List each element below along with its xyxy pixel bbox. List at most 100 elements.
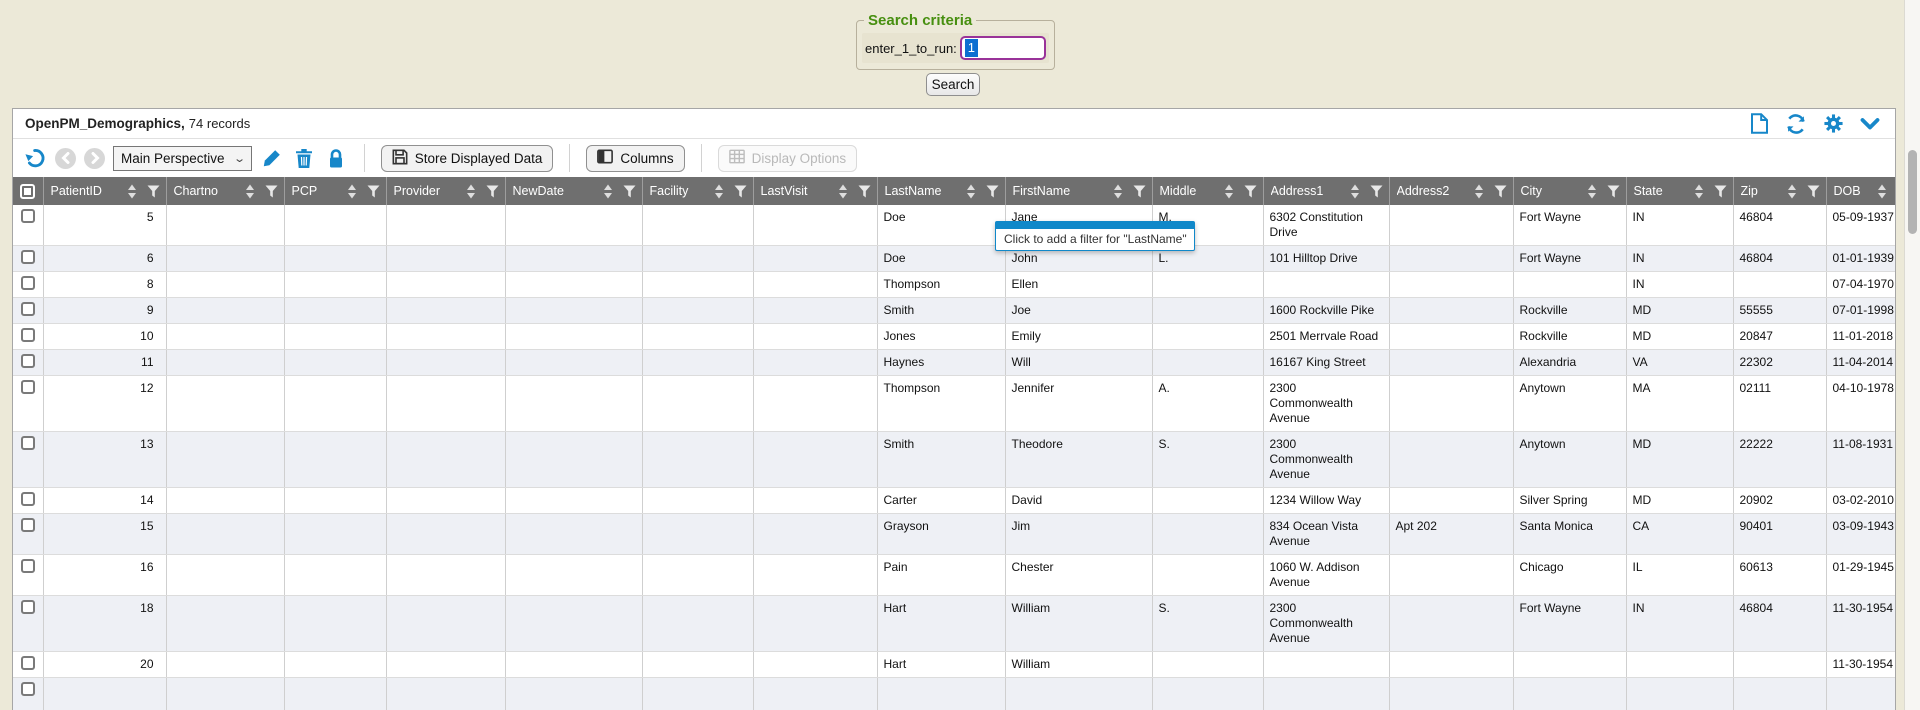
row-checkbox[interactable] (21, 682, 35, 696)
delete-trash-icon[interactable] (292, 146, 316, 170)
row-checkbox[interactable] (21, 250, 35, 264)
sort-icon[interactable] (1474, 184, 1484, 199)
column-header-middle[interactable]: Middle (1152, 177, 1263, 205)
table-row: 6DoeJohnL.101 Hilltop DriveFort WayneIN4… (13, 246, 1895, 272)
filter-funnel-icon[interactable] (1607, 185, 1620, 198)
row-checkbox[interactable] (21, 656, 35, 670)
filter-funnel-icon[interactable] (1244, 185, 1257, 198)
column-header-firstname[interactable]: FirstName (1005, 177, 1152, 205)
column-header-city[interactable]: City (1513, 177, 1626, 205)
filter-funnel-icon[interactable] (858, 185, 871, 198)
filter-funnel-icon[interactable] (734, 185, 747, 198)
column-header-provider[interactable]: Provider (386, 177, 505, 205)
undo-icon[interactable] (23, 146, 47, 170)
sort-icon[interactable] (1694, 184, 1704, 199)
chevron-down-icon[interactable] (1859, 113, 1881, 135)
row-checkbox[interactable] (21, 559, 35, 573)
column-header-newdate[interactable]: NewDate (505, 177, 642, 205)
sort-icon[interactable] (1787, 184, 1797, 199)
vertical-scrollbar[interactable] (1904, 0, 1920, 710)
sort-icon[interactable] (347, 184, 357, 199)
cell: IN (1626, 205, 1733, 246)
sort-icon[interactable] (838, 184, 848, 199)
cell (642, 488, 753, 514)
row-checkbox[interactable] (21, 436, 35, 450)
cell: 22222 (1733, 432, 1826, 488)
column-header-lastname[interactable]: LastName (877, 177, 1005, 205)
filter-funnel-icon[interactable] (1494, 185, 1507, 198)
filter-funnel-icon[interactable] (367, 185, 380, 198)
gear-icon[interactable] (1822, 113, 1844, 135)
nav-forward-icon[interactable] (84, 148, 105, 169)
filter-funnel-icon[interactable] (1133, 185, 1146, 198)
cell (1389, 432, 1513, 488)
column-header-chartno[interactable]: Chartno (166, 177, 284, 205)
cell (284, 432, 386, 488)
cell: Jones (877, 324, 1005, 350)
sort-icon[interactable] (466, 184, 476, 199)
column-header-patientid[interactable]: PatientID (43, 177, 166, 205)
row-checkbox[interactable] (21, 302, 35, 316)
cell (642, 324, 753, 350)
search-button[interactable]: Search (926, 73, 980, 96)
sort-icon[interactable] (966, 184, 976, 199)
filter-funnel-icon[interactable] (623, 185, 636, 198)
filter-funnel-icon[interactable] (486, 185, 499, 198)
cell (642, 246, 753, 272)
column-header-lastvisit[interactable]: LastVisit (753, 177, 877, 205)
cell: 90401 (1733, 514, 1826, 555)
column-header-zip[interactable]: Zip (1733, 177, 1826, 205)
cell (1389, 324, 1513, 350)
new-page-icon[interactable] (1748, 113, 1770, 135)
column-header-dob[interactable]: DOB (1826, 177, 1895, 205)
column-header-state[interactable]: State (1626, 177, 1733, 205)
sort-icon[interactable] (1224, 184, 1234, 199)
sort-icon[interactable] (1587, 184, 1597, 199)
filter-funnel-icon[interactable] (147, 185, 160, 198)
sort-icon[interactable] (714, 184, 724, 199)
cell: Smith (877, 432, 1005, 488)
filter-funnel-icon[interactable] (1370, 185, 1383, 198)
row-checkbox[interactable] (21, 328, 35, 342)
column-header-facility[interactable]: Facility (642, 177, 753, 205)
cell: 20 (43, 652, 166, 678)
filter-funnel-icon[interactable] (986, 185, 999, 198)
edit-pencil-icon[interactable] (260, 146, 284, 170)
column-header-address2[interactable]: Address2 (1389, 177, 1513, 205)
sort-icon[interactable] (1350, 184, 1360, 199)
scrollbar-thumb[interactable] (1908, 150, 1917, 234)
cell (386, 514, 505, 555)
filter-funnel-icon[interactable] (1714, 185, 1727, 198)
sort-icon[interactable] (603, 184, 613, 199)
sort-icon[interactable] (127, 184, 137, 199)
nav-back-icon[interactable] (55, 148, 76, 169)
row-checkbox[interactable] (21, 209, 35, 223)
column-header-pcp[interactable]: PCP (284, 177, 386, 205)
refresh-icon[interactable] (1785, 113, 1807, 135)
row-checkbox[interactable] (21, 600, 35, 614)
cell: 60613 (1733, 555, 1826, 596)
store-button-label: Store Displayed Data (415, 151, 543, 166)
cell (166, 555, 284, 596)
run-input[interactable]: 1 (960, 36, 1046, 60)
cell: A. (1152, 376, 1263, 432)
sort-icon[interactable] (245, 184, 255, 199)
filter-funnel-icon[interactable] (1807, 185, 1820, 198)
sort-icon[interactable] (1113, 184, 1123, 199)
column-header-address1[interactable]: Address1 (1263, 177, 1389, 205)
select-all-checkbox[interactable] (13, 177, 43, 205)
row-checkbox[interactable] (21, 492, 35, 506)
perspective-select[interactable]: Main Perspective ⌄ (113, 146, 252, 171)
row-checkbox[interactable] (21, 276, 35, 290)
row-checkbox[interactable] (21, 354, 35, 368)
filter-funnel-icon[interactable] (265, 185, 278, 198)
cell (386, 596, 505, 652)
sort-icon[interactable] (1877, 184, 1887, 199)
row-checkbox[interactable] (21, 380, 35, 394)
cell: Pain (877, 555, 1005, 596)
columns-button[interactable]: Columns (586, 145, 684, 172)
store-displayed-data-button[interactable]: Store Displayed Data (381, 145, 554, 172)
cell (386, 205, 505, 246)
row-checkbox[interactable] (21, 518, 35, 532)
lock-icon[interactable] (324, 146, 348, 170)
